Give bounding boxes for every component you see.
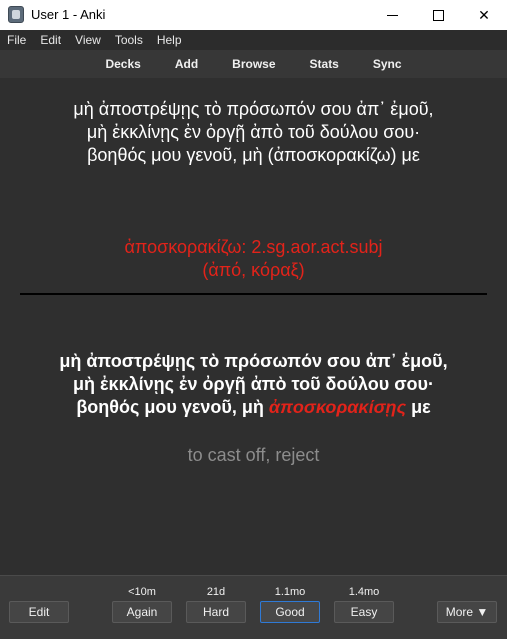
parse-line: (ἀπό, κόραξ) — [202, 260, 305, 280]
minimize-icon — [386, 14, 398, 16]
interval-hard: 21d — [206, 586, 226, 598]
menu-tools[interactable]: Tools — [108, 30, 150, 50]
toolbar-add[interactable]: Add — [175, 57, 198, 71]
menu-file[interactable]: File — [0, 30, 33, 50]
edit-button[interactable]: Edit — [9, 601, 69, 623]
interval-again: <10m — [128, 586, 156, 598]
parse-line: ἀποσκορακίζω: 2.sg.aor.act.subj — [124, 237, 383, 257]
card-gloss: to cast off, reject — [187, 445, 320, 465]
anki-app-icon — [8, 6, 24, 23]
answer-line: μὴ ἐκκλίνῃς ἐν ὀργῇ ἀπὸ τοῦ δούλου σου· — [73, 374, 434, 394]
toolbar-decks[interactable]: Decks — [105, 57, 140, 71]
card-view: μὴ ἀποστρέψῃς τὸ πρόσωπόν σου ἀπ᾽ ἐμοῦ, … — [0, 78, 507, 575]
interval-good: 1.1mo — [274, 586, 306, 598]
main-toolbar: Decks Add Browse Stats Sync — [0, 50, 507, 78]
hard-button[interactable]: Hard — [186, 601, 246, 623]
menu-bar: File Edit View Tools Help — [0, 30, 507, 50]
question-line: μὴ ἐκκλίνῃς ἐν ὀργῇ ἀπὸ τοῦ δούλου σου· — [86, 122, 421, 142]
answer-line-prefix: βοηθός μου γενοῦ, μὴ — [76, 397, 269, 417]
answer-divider — [20, 293, 487, 295]
cloze-answer: ἀποσκορακίσῃς — [268, 397, 407, 417]
answer-line: βοηθός μου γενοῦ, μὴ ἀποσκορακίσῃς με — [20, 396, 487, 419]
question-line: βοηθός μου γενοῦ, μὴ (ἀποσκορακίζω) με — [87, 145, 420, 165]
maximize-icon — [432, 9, 444, 21]
question-line: μὴ ἀποστρέψῃς τὸ πρόσωπόν σου ἀπ᾽ ἐμοῦ, — [73, 99, 434, 119]
easy-button[interactable]: Easy — [334, 601, 394, 623]
menu-help[interactable]: Help — [150, 30, 189, 50]
card-answer: μὴ ἀποστρέψῃς τὸ πρόσωπόν σου ἀπ᾽ ἐμοῦ, … — [20, 350, 487, 419]
toolbar-sync[interactable]: Sync — [373, 57, 402, 71]
again-button[interactable]: Again — [112, 601, 172, 623]
title-bar: User 1 - Anki ✕ — [0, 0, 507, 30]
minimize-button[interactable] — [369, 0, 415, 30]
interval-easy: 1.4mo — [348, 586, 380, 598]
good-button[interactable]: Good — [260, 601, 320, 623]
window-title: User 1 - Anki — [31, 7, 106, 22]
maximize-button[interactable] — [415, 0, 461, 30]
menu-view[interactable]: View — [68, 30, 108, 50]
close-button[interactable]: ✕ — [461, 0, 507, 30]
answer-line: μὴ ἀποστρέψῃς τὸ πρόσωπόν σου ἀπ᾽ ἐμοῦ, — [59, 351, 448, 371]
answer-line-suffix: με — [406, 397, 431, 417]
card-parse-note: ἀποσκορακίζω: 2.sg.aor.act.subj (ἀπό, κό… — [20, 236, 487, 282]
close-icon: ✕ — [478, 6, 490, 23]
more-button[interactable]: More ▼ — [437, 601, 497, 623]
toolbar-stats[interactable]: Stats — [310, 57, 339, 71]
card-question: μὴ ἀποστρέψῃς τὸ πρόσωπόν σου ἀπ᾽ ἐμοῦ, … — [20, 98, 487, 167]
menu-edit[interactable]: Edit — [33, 30, 68, 50]
toolbar-browse[interactable]: Browse — [232, 57, 275, 71]
review-bottom-bar: Edit <10m Again 21d Hard 1.1mo Good 1.4m… — [0, 575, 507, 639]
